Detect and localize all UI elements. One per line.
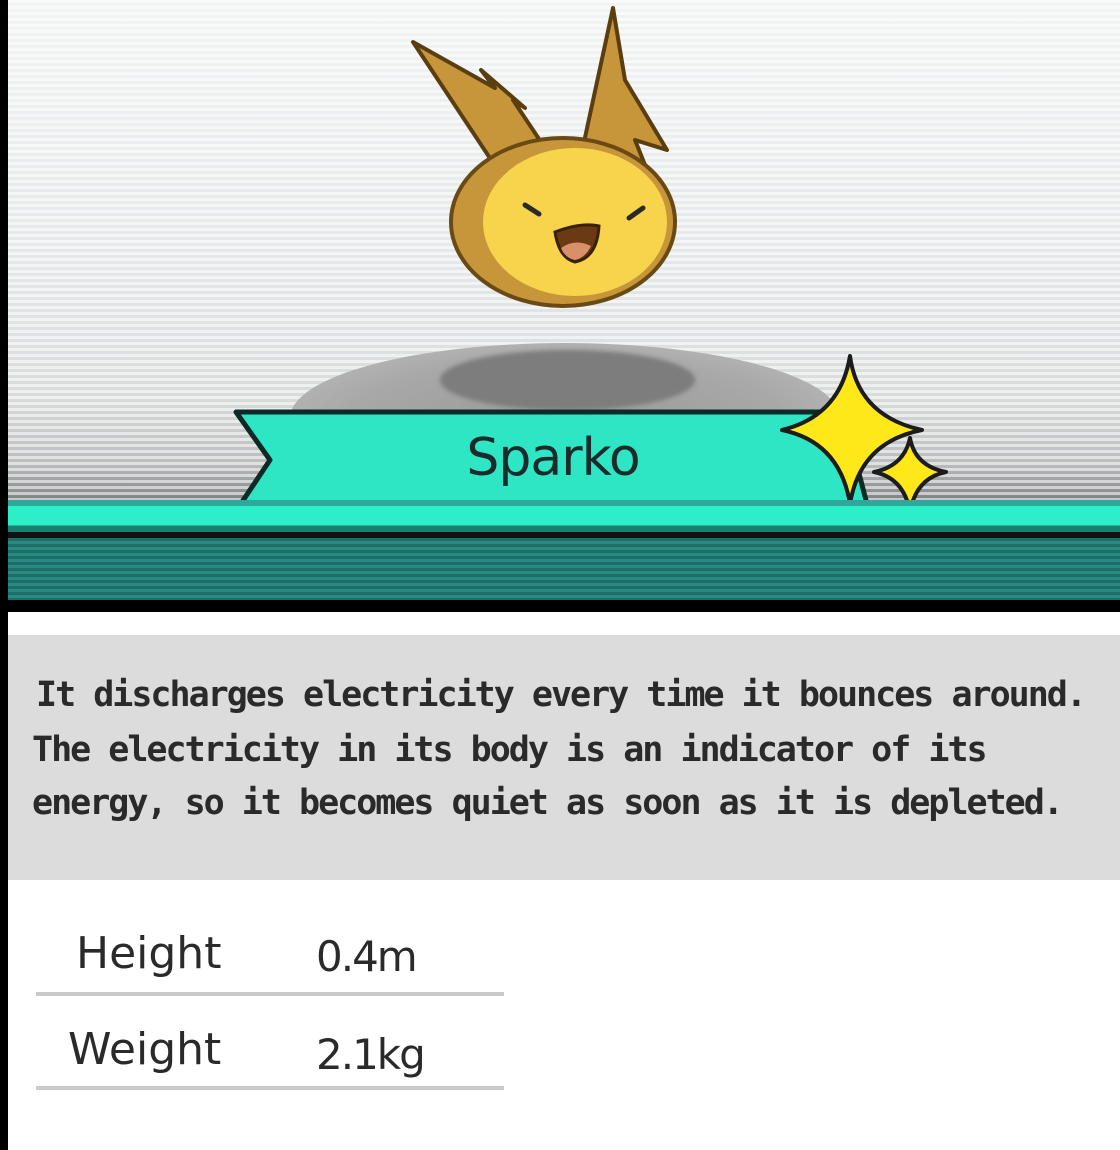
description-line-1: It discharges electricity every time it … — [36, 675, 1087, 715]
dex-entry-screen: Sparko It discharges electricity every t… — [8, 0, 1120, 1150]
height-value: 0.4m — [316, 932, 418, 981]
description-box: It discharges electricity every time it … — [8, 635, 1120, 880]
creature-showcase: Sparko — [8, 0, 1120, 500]
creature-shadow — [440, 350, 695, 410]
weight-value: 2.1kg — [316, 1030, 426, 1079]
electric-blob-creature-icon — [411, 6, 677, 308]
creature-name: Sparko — [466, 428, 640, 488]
weight-label: Weight — [68, 1024, 222, 1075]
divider — [8, 600, 1120, 612]
teal-band — [8, 538, 1120, 600]
description-line-2: The electricity in its body is an indica… — [32, 730, 988, 770]
cyan-stripe — [8, 500, 1120, 532]
weight-underline — [36, 1086, 504, 1090]
sparkle-stars-icon — [780, 354, 948, 500]
description-line-3: energy, so it becomes quiet as soon as i… — [32, 783, 1064, 823]
height-label: Height — [76, 928, 222, 979]
height-underline — [36, 992, 504, 996]
